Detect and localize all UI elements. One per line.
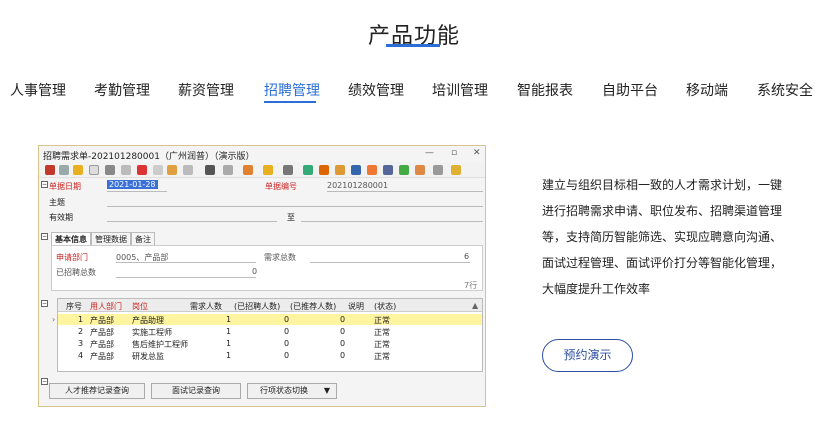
title-underline [386,44,440,47]
forward-icon [73,165,83,175]
table-row: 2 产品部 实施工程师 1 0 0 正常 [78,327,390,337]
col-recommended: (已推荐人数) [290,302,337,311]
delete-icon [137,165,147,175]
description-line: 大幅度提升工作效率 [542,282,651,296]
talent-referral-query-button: 人才推荐记录查询 [49,383,145,399]
col-dept: 用人部门 [90,302,122,311]
edit-icon [105,165,115,175]
mail-icon [415,165,425,175]
collapse-icon: − [41,300,48,307]
collapse-icon: − [41,233,48,240]
tab-smart-reports[interactable]: 智能报表 [517,80,573,100]
comment-icon [451,165,461,175]
window-title: 招聘需求单-202101280001（广州润普）（演示版） [43,152,255,162]
report-icon [263,165,273,175]
description-line: 等，支持简历智能筛选、实现应聘意向沟通、 [542,230,783,244]
export-icon [367,165,377,175]
subtab-remarks: 备注 [131,232,155,245]
dropdown-arrow-icon: ▼ [323,386,330,395]
need-total-value: 6 [464,252,470,261]
row-pointer-icon: › [52,315,56,324]
doc-number-label: 单据编号 [265,182,297,191]
toolbar [39,162,485,178]
tab-payroll[interactable]: 薪资管理 [178,80,234,100]
new-doc-icon [89,165,99,175]
tab-training[interactable]: 培训管理 [432,80,488,100]
copy-icon [153,165,163,175]
interview-record-query-button: 面试记录查询 [151,383,241,399]
requirement-grid: 序号 用人部门 岗位 需求人数 (已招聘人数) (已推荐人数) 说明 (状态) … [52,298,483,372]
table-row: › 1 产品部 产品助理 1 0 0 正常 [52,314,482,325]
product-features-section: 产品功能 人事管理 考勤管理 薪资管理 招聘管理 绩效管理 培训管理 智能报表 … [0,0,828,446]
col-recruited: (已招聘人数) [234,302,281,311]
description-line: 面试过程管理、面试评价打分等智能化管理， [542,256,783,270]
active-tab-indicator [264,101,316,103]
subtab-basic-info: 基本信息 [51,232,91,245]
tab-recruitment[interactable]: 招聘管理 [264,80,320,100]
row-count: 7行 [464,281,478,290]
need-total-label: 需求总数 [264,253,296,262]
audit-icon [243,165,253,175]
collapse-icon: − [41,181,48,188]
basic-info-panel: 申请部门 0005、产品部 需求总数 6 已招聘总数 0 7行 [51,245,483,291]
scroll-up-icon: ▲ [472,301,479,310]
line-status-toggle-button: 行项状态切换 ▼ [247,383,337,399]
book-demo-button[interactable]: 预约演示 [542,339,633,372]
doc-number-value: 202101280001 [327,181,389,190]
grid-header: 序号 用人部门 岗位 需求人数 (已招聘人数) (已推荐人数) 说明 (状态) … [58,299,482,312]
link-icon [335,165,345,175]
save-icon [121,165,131,175]
col-position: 岗位 [132,302,148,311]
table-row: 3 产品部 售后维护工程师 1 0 0 正常 [78,339,390,349]
attach-icon [183,165,193,175]
subject-label: 主题 [49,198,65,207]
search-icon [303,165,313,175]
valid-period-label: 有效期 [49,213,73,222]
collapse-icon: − [41,378,48,385]
back-icon [59,165,69,175]
col-status: (状态) [374,302,397,311]
recruitment-form-screenshot: 招聘需求单-202101280001（广州润普）（演示版） — ▫ ✕ − 单据… [38,145,486,407]
check-icon [223,165,233,175]
tab-hr[interactable]: 人事管理 [10,80,66,100]
module-tabs: 人事管理 考勤管理 薪资管理 招聘管理 绩效管理 培训管理 智能报表 自助平台 … [0,80,828,102]
printer-icon [283,165,293,175]
maximize-icon: ▫ [451,148,458,158]
recruited-total-value: 0 [252,267,258,276]
flow-icon [351,165,361,175]
tab-self-service[interactable]: 自助平台 [602,80,658,100]
subtab-management-data: 管理数据 [91,232,131,245]
tab-attendance[interactable]: 考勤管理 [94,80,150,100]
description-line: 进行招聘需求申请、职位发布、招聘渠道管理 [542,204,783,218]
col-note: 说明 [348,302,364,311]
tab-performance[interactable]: 绩效管理 [348,80,404,100]
dept-label: 申请部门 [56,253,88,262]
minimize-icon: — [425,148,434,158]
doc-date-value: 2021-01-28 [107,180,158,189]
recruited-total-label: 已招聘总数 [56,268,96,277]
to-label: 至 [287,213,295,222]
print-icon [205,165,215,175]
record-icon [45,165,55,175]
table-row: 4 产品部 研发总监 1 0 0 正常 [78,351,390,361]
feature-description: 建立与组织目标相一致的人才需求计划，一键 进行招聘需求申请、职位发布、招聘渠道管… [542,172,792,302]
description-line: 建立与组织目标相一致的人才需求计划，一键 [542,178,783,192]
close-icon: ✕ [473,148,481,158]
grid-icon [383,165,393,175]
col-seq: 序号 [66,302,82,311]
tab-mobile[interactable]: 移动端 [686,80,728,100]
col-need: 需求人数 [190,302,222,311]
help-icon [433,165,443,175]
paste-icon [167,165,177,175]
doc-date-label: 单据日期 [49,182,81,191]
tab-security[interactable]: 系统安全 [757,80,813,100]
excel-icon [399,165,409,175]
filter-icon [319,165,329,175]
